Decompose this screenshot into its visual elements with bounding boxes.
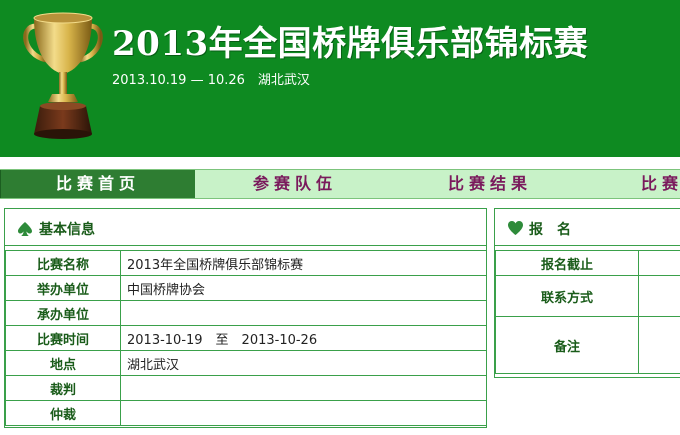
row-key: 举办单位: [5, 275, 121, 301]
row-key: 比赛时间: [5, 325, 121, 351]
row-key: 承办单位: [5, 300, 121, 326]
basic-info-table: 比赛名称 2013年全国桥牌俱乐部锦标赛 举办单位 中国桥牌协会 承办单位 比赛…: [5, 250, 487, 426]
registration-header: 报 名: [495, 209, 680, 246]
row-value: [638, 275, 680, 317]
basic-info-title: 基本信息: [39, 222, 95, 238]
tab-more[interactable]: 比赛: [641, 170, 680, 198]
table-row: 比赛名称 2013年全国桥牌俱乐部锦标赛: [5, 250, 487, 276]
table-row: 承办单位: [5, 300, 487, 326]
registration-panel: 报 名 报名截止 联系方式 备注: [494, 208, 680, 378]
table-row: 举办单位 中国桥牌协会: [5, 275, 487, 301]
table-row: 备注: [495, 316, 680, 374]
basic-info-panel: 基本信息 比赛名称 2013年全国桥牌俱乐部锦标赛 举办单位 中国桥牌协会 承办…: [4, 208, 487, 428]
header-banner: 2013年全国桥牌俱乐部锦标赛 2013.10.19 — 10.26 湖北武汉: [0, 0, 680, 157]
row-value: [120, 400, 487, 426]
tab-home[interactable]: 比赛首页: [0, 170, 195, 198]
page-title: 2013年全国桥牌俱乐部锦标赛: [112, 24, 589, 64]
row-value: [638, 316, 680, 374]
tab-teams[interactable]: 参赛队伍: [253, 170, 337, 198]
row-key: 地点: [5, 350, 121, 376]
table-row: 裁判: [5, 375, 487, 401]
row-key: 比赛名称: [5, 250, 121, 276]
basic-info-header: 基本信息: [5, 209, 486, 246]
row-key: 仲裁: [5, 400, 121, 426]
row-value: 湖北武汉: [120, 350, 487, 376]
row-value: [120, 300, 487, 326]
spade-icon: [18, 222, 32, 236]
row-value: 2013年全国桥牌俱乐部锦标赛: [120, 250, 487, 276]
row-value: 2013-10-19 至 2013-10-26: [120, 325, 487, 351]
trophy-icon: [23, 12, 103, 139]
heart-icon: [508, 221, 523, 235]
row-key: 联系方式: [495, 275, 639, 317]
event-date-location: 2013.10.19 — 10.26 湖北武汉: [112, 73, 310, 88]
registration-table: 报名截止 联系方式 备注: [495, 250, 680, 374]
row-value: [638, 250, 680, 276]
main-nav: 比赛首页 参赛队伍 比赛结果 比赛: [0, 169, 680, 199]
row-key: 报名截止: [495, 250, 639, 276]
table-row: 报名截止: [495, 250, 680, 276]
row-value: [120, 375, 487, 401]
registration-title: 报 名: [529, 222, 571, 238]
table-row: 仲裁: [5, 400, 487, 426]
table-row: 联系方式: [495, 275, 680, 317]
row-key: 备注: [495, 316, 639, 374]
table-row: 比赛时间 2013-10-19 至 2013-10-26: [5, 325, 487, 351]
row-value: 中国桥牌协会: [120, 275, 487, 301]
row-key: 裁判: [5, 375, 121, 401]
table-row: 地点 湖北武汉: [5, 350, 487, 376]
tab-results[interactable]: 比赛结果: [448, 170, 532, 198]
